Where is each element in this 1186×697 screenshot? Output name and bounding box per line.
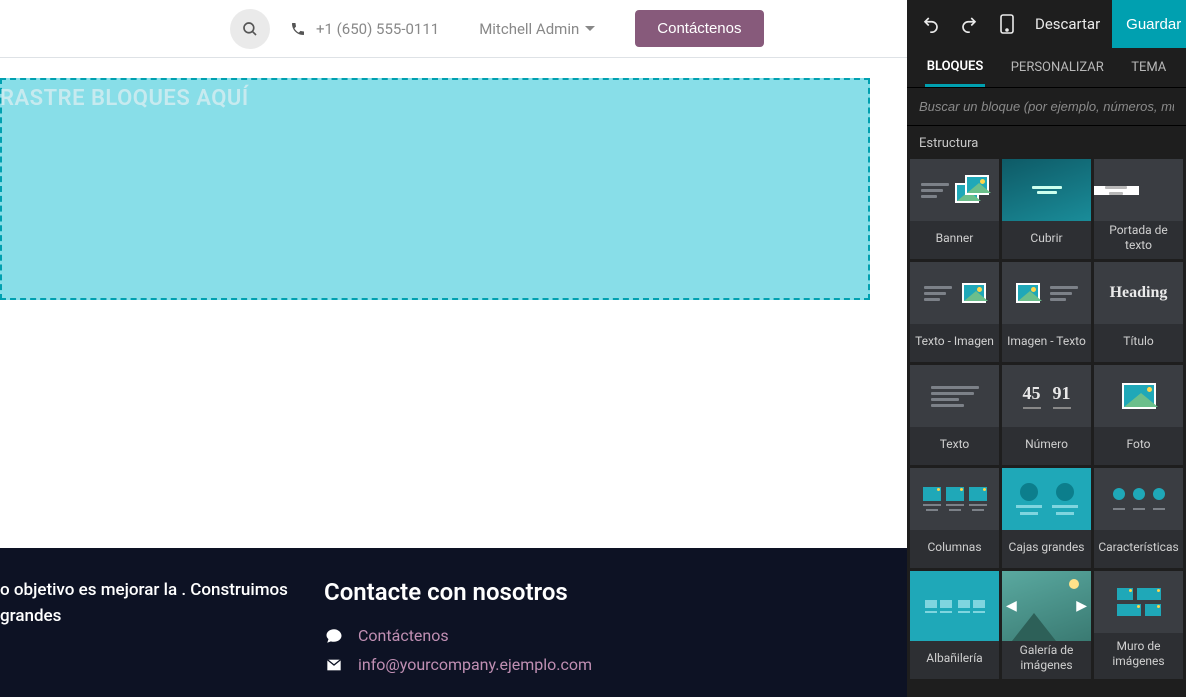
block-label: Muro de imágenes (1094, 633, 1183, 679)
block-label: Número (1023, 427, 1070, 465)
num-2: 91 (1053, 383, 1071, 409)
block-features[interactable]: Características (1094, 468, 1183, 568)
block-cover[interactable]: Cubrir (1002, 159, 1091, 259)
redo-button[interactable] (959, 14, 979, 34)
tab-blocks[interactable]: BLOQUES (925, 49, 986, 87)
phone-icon (290, 21, 306, 37)
block-label: Título (1121, 324, 1155, 362)
tab-theme[interactable]: TEMA (1129, 50, 1168, 85)
footer-contact-link-row: Contáctenos (324, 626, 592, 645)
heading-thumb-text: Heading (1110, 284, 1168, 302)
footer-contact-col: Contacte con nosotros Contáctenos info@y… (324, 578, 592, 697)
phone: +1 (650) 555-0111 (290, 20, 439, 38)
sidebar-tabs: BLOQUES PERSONALIZAR TEMA (907, 48, 1186, 88)
block-label: Cubrir (1028, 221, 1064, 259)
block-label: Texto - Imagen (913, 324, 996, 362)
block-search (907, 88, 1186, 126)
user-name: Mitchell Admin (479, 20, 579, 38)
chevron-left-icon: ◀ (1006, 598, 1017, 614)
block-banner[interactable]: Banner (910, 159, 999, 259)
block-label: Portada de texto (1094, 221, 1183, 259)
undo-button[interactable] (921, 14, 941, 34)
footer-about-text: o objetivo es mejorar la . Construimos g… (0, 578, 324, 629)
block-label: Foto (1124, 427, 1152, 465)
mobile-preview-button[interactable] (997, 14, 1017, 34)
block-text-image[interactable]: Texto - Imagen (910, 262, 999, 362)
editor-sidebar: Descartar Guardar BLOQUES PERSONALIZAR T… (907, 0, 1186, 697)
tab-customize[interactable]: PERSONALIZAR (1009, 50, 1106, 85)
num-1: 45 (1023, 383, 1041, 409)
block-big-boxes[interactable]: Cajas grandes (1002, 468, 1091, 568)
block-image-wall[interactable]: Muro de imágenes (1094, 571, 1183, 679)
block-label: Banner (934, 221, 976, 259)
search-icon (241, 20, 259, 38)
block-search-input[interactable] (919, 99, 1174, 114)
block-title[interactable]: Heading Título (1094, 262, 1183, 362)
block-label: Texto (938, 427, 972, 465)
footer-contact-heading: Contacte con nosotros (324, 578, 592, 606)
block-number[interactable]: 45 91 Número (1002, 365, 1091, 465)
footer: o objetivo es mejorar la . Construimos g… (0, 548, 907, 697)
blocks-grid: Banner Cubrir Portada de texto Texto - I… (907, 159, 1186, 682)
block-label: Galería de imágenes (1002, 641, 1091, 679)
block-label: Columnas (925, 530, 983, 568)
search-button[interactable] (230, 9, 270, 49)
footer-about: o objetivo es mejorar la . Construimos g… (0, 578, 324, 697)
sidebar-top: Descartar Guardar (907, 0, 1186, 48)
block-label: Cajas grandes (1007, 530, 1087, 568)
footer-email-link[interactable]: info@yourcompany.ejemplo.com (358, 655, 592, 674)
mobile-icon (1000, 14, 1014, 34)
drop-zone[interactable] (0, 78, 870, 300)
user-menu[interactable]: Mitchell Admin (479, 20, 595, 38)
envelope-icon (324, 657, 344, 673)
block-image-text[interactable]: Imagen - Texto (1002, 262, 1091, 362)
discard-button[interactable]: Descartar (1023, 0, 1112, 48)
caret-down-icon (585, 24, 595, 34)
section-structure-title: Estructura (907, 126, 1186, 159)
phone-number: +1 (650) 555-0111 (316, 20, 439, 38)
save-button[interactable]: Guardar (1112, 0, 1186, 48)
block-label: Imagen - Texto (1005, 324, 1088, 362)
block-image-gallery[interactable]: ◀ ▶ Galería de imágenes (1002, 571, 1091, 679)
block-photo[interactable]: Foto (1094, 365, 1183, 465)
redo-icon (960, 15, 978, 33)
contact-button[interactable]: Contáctenos (635, 10, 763, 47)
speech-icon (324, 627, 344, 645)
block-columns[interactable]: Columnas (910, 468, 999, 568)
block-masonry[interactable]: Albañilería (910, 571, 999, 679)
block-label: Características (1096, 530, 1180, 568)
footer-email-row: info@yourcompany.ejemplo.com (324, 655, 592, 674)
footer-contact-link[interactable]: Contáctenos (358, 626, 449, 645)
undo-icon (922, 15, 940, 33)
block-text-cover[interactable]: Portada de texto (1094, 159, 1183, 259)
block-label: Albañilería (924, 641, 984, 679)
chevron-right-icon: ▶ (1076, 598, 1087, 614)
topbar: +1 (650) 555-0111 Mitchell Admin Contáct… (0, 0, 907, 58)
block-text[interactable]: Texto (910, 365, 999, 465)
